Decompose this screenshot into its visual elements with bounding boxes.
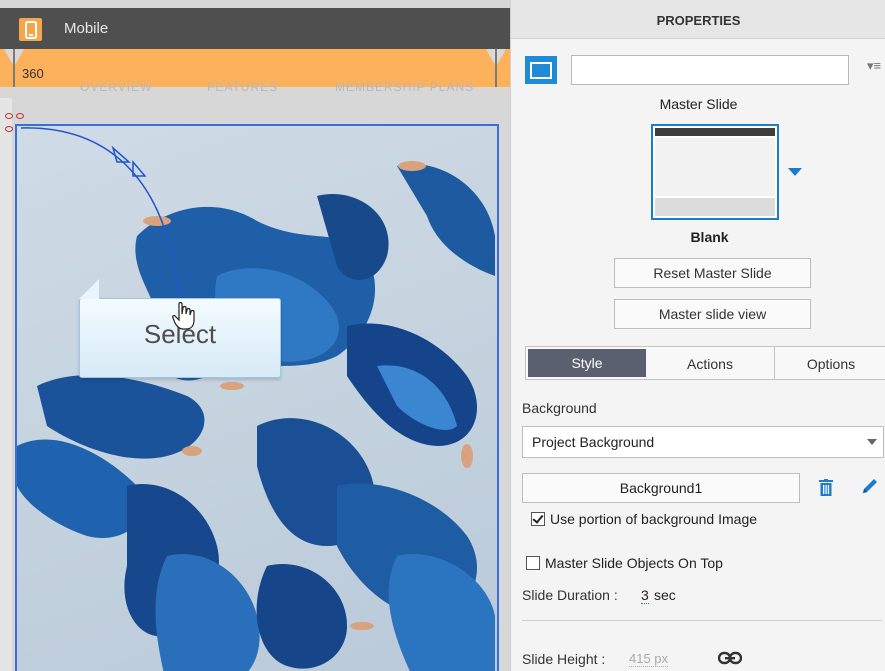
slide-height-label: Slide Height : (522, 651, 606, 667)
link-icon[interactable] (717, 651, 743, 665)
background-image-button[interactable]: Background1 (522, 473, 800, 503)
pencil-icon[interactable] (861, 477, 879, 495)
master-slide-thumbnail[interactable] (651, 124, 779, 220)
master-slide-label: Master Slide (659, 96, 738, 112)
objects-on-top-checkbox[interactable] (526, 556, 540, 570)
ruler-width-value: 360 (22, 66, 44, 81)
tab-actions[interactable]: Actions (648, 347, 772, 379)
ghost-nav: OVERVIEW FEATURES MEMBERSHIP PLANS (0, 80, 510, 98)
ghost-nav-item: FEATURES (207, 80, 279, 94)
callout-tab (79, 279, 99, 299)
ghost-nav-item: MEMBERSHIP PLANS (335, 80, 475, 94)
properties-panel: PROPERTIES ▾≡ Master Slide Blank Reset M… (510, 0, 885, 671)
slide-height-value[interactable]: 415 px (629, 651, 669, 667)
slide-duration-unit: sec (654, 587, 676, 603)
property-tabs: Style Actions Options (525, 346, 885, 380)
stage-left-strip (0, 98, 12, 671)
slide-shape-icon[interactable] (525, 56, 557, 84)
background-select-value: Project Background (532, 434, 655, 450)
tab-style[interactable]: Style (528, 349, 646, 377)
selection-handle[interactable] (5, 113, 13, 119)
slide-duration-value[interactable]: 3 (641, 587, 649, 604)
master-dropdown-arrow-icon[interactable] (788, 168, 802, 176)
selection-handle[interactable] (16, 113, 24, 119)
panel-menu-icon[interactable]: ▾≡ (867, 58, 881, 74)
chevron-down-icon (867, 439, 877, 445)
mobile-device-icon[interactable] (19, 18, 42, 41)
object-name-input[interactable] (571, 55, 849, 85)
stage-canvas[interactable]: Mobile 360 OVERVIEW FEATURES MEMBERSHIP … (0, 0, 510, 671)
slide-duration-label: Slide Duration : (522, 587, 618, 603)
ghost-nav-item: OVERVIEW (80, 80, 153, 94)
master-slide-view-button[interactable]: Master slide view (614, 299, 811, 329)
slide-background-image (17, 127, 495, 671)
divider (522, 620, 882, 621)
background-label: Background (522, 400, 597, 416)
use-portion-checkbox[interactable] (531, 512, 545, 526)
background-select[interactable]: Project Background (522, 426, 884, 458)
objects-on-top-label: Master Slide Objects On Top (545, 555, 723, 571)
trash-icon[interactable] (819, 479, 833, 496)
reset-master-slide-button[interactable]: Reset Master Slide (614, 258, 811, 288)
use-portion-label: Use portion of background Image (550, 511, 758, 527)
hand-cursor-icon (172, 301, 196, 333)
device-label: Mobile (64, 20, 109, 37)
tab-options[interactable]: Options (774, 347, 885, 379)
master-slide-name: Blank (690, 229, 729, 245)
slide-canvas[interactable] (15, 124, 499, 671)
device-bar: Mobile (0, 8, 510, 49)
selection-handle[interactable] (5, 126, 13, 132)
panel-title: PROPERTIES (511, 0, 885, 39)
